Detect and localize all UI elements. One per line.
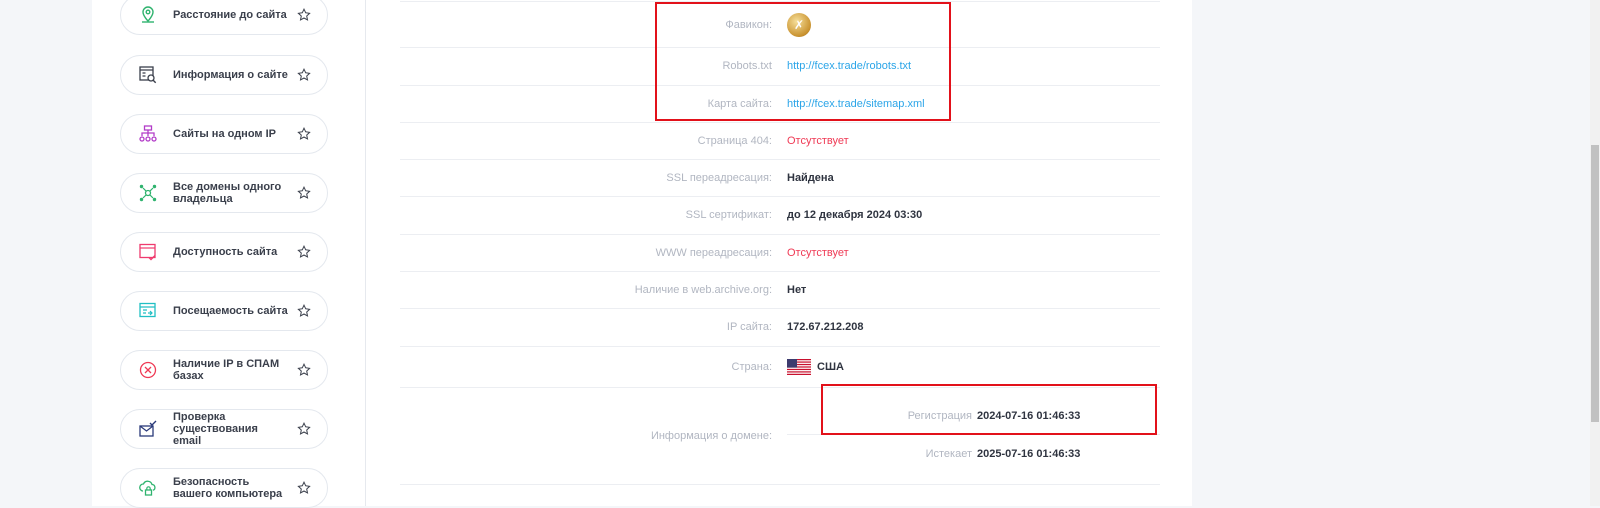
row-www-redirect: WWW переадресация: Отсутствует	[400, 234, 1160, 272]
archive-label: Наличие в web.archive.org:	[634, 283, 772, 296]
highlight-box-favicon-robots-sitemap	[655, 2, 951, 121]
row-ssl-redirect: SSL переадресация: Найдена	[400, 159, 1160, 197]
expires-value: 2025-07-16 01:46:33	[977, 447, 1081, 460]
nodes-icon	[138, 183, 158, 203]
www-redirect-value: Отсутствует	[787, 246, 849, 259]
expires-label: Истекает	[925, 447, 972, 460]
sidebar-item-label: Доступность сайта	[173, 246, 278, 258]
page404-label: Страница 404:	[697, 134, 772, 147]
browser-check-icon	[138, 242, 158, 262]
sidebar-item-label: Расстояние до сайта	[173, 9, 287, 21]
sidebar-item-label: Посещаемость сайта	[173, 305, 288, 317]
sidebar-item-label: Информация о сайте	[173, 69, 288, 81]
ip-value: 172.67.212.208	[787, 321, 864, 333]
star-icon[interactable]	[297, 127, 311, 141]
sidebar-item-label: Сайты на одном IP	[173, 128, 276, 140]
sidebar-item-distance[interactable]: Расстояние до сайта	[120, 0, 328, 35]
sidebar-item-owner-domains[interactable]: Все домены одного владельца	[120, 173, 328, 213]
ssl-redirect-value: Найдена	[787, 171, 834, 184]
sidebar-item-label: Проверка существования email	[173, 411, 258, 447]
browser-traffic-icon	[138, 301, 158, 321]
star-icon[interactable]	[297, 481, 311, 495]
archive-value: Нет	[787, 283, 807, 296]
ssl-cert-label: SSL сертификат:	[685, 209, 772, 221]
circle-x-icon	[138, 360, 158, 380]
network-tree-icon	[138, 124, 158, 144]
row-ssl-cert: SSL сертификат: до 12 декабря 2024 03:30	[400, 196, 1160, 235]
sidebar-item-label: Все домены одного владельца	[173, 181, 282, 205]
star-icon[interactable]	[297, 304, 311, 318]
star-icon[interactable]	[297, 8, 311, 22]
mail-check-icon	[138, 419, 158, 439]
sidebar-item-spam-ip[interactable]: Наличие IP в СПАМ базах	[120, 350, 328, 390]
star-icon[interactable]	[297, 68, 311, 82]
cloud-lock-icon	[138, 478, 158, 498]
sidebar-item-pc-security[interactable]: Безопасность вашего компьютера	[120, 468, 328, 508]
row-country: Страна: США	[400, 346, 1160, 388]
ip-label: IP сайта:	[726, 321, 772, 333]
www-redirect-label: WWW переадресация:	[655, 246, 772, 259]
sidebar-item-label: Безопасность вашего компьютера	[173, 476, 283, 500]
row-archive: Наличие в web.archive.org: Нет	[400, 271, 1160, 309]
highlight-box-registration	[821, 384, 1157, 435]
star-icon[interactable]	[297, 363, 311, 377]
domain-expiration: Истекает 2025-07-16 01:46:33	[787, 435, 1160, 472]
site-info-icon	[138, 65, 158, 85]
sidebar-item-traffic[interactable]: Посещаемость сайта	[120, 291, 328, 331]
star-icon[interactable]	[297, 186, 311, 200]
sidebar-item-label: Наличие IP в СПАМ базах	[173, 358, 280, 382]
us-flag-icon	[787, 358, 811, 375]
scrollbar-track[interactable]	[1590, 0, 1600, 506]
sidebar-item-site-info[interactable]: Информация о сайте	[120, 55, 328, 95]
country-label: Страна:	[731, 360, 772, 373]
column-divider	[365, 0, 366, 506]
ssl-cert-value: до 12 декабря 2024 03:30	[787, 209, 923, 221]
star-icon[interactable]	[297, 245, 311, 259]
row-ip: IP сайта: 172.67.212.208	[400, 308, 1160, 347]
country-value: США	[817, 360, 844, 373]
ssl-redirect-label: SSL переадресация:	[666, 171, 772, 184]
page404-value: Отсутствует	[787, 134, 849, 147]
row-page404: Страница 404: Отсутствует	[400, 122, 1160, 160]
sidebar-item-email-check[interactable]: Проверка существования email	[120, 409, 328, 449]
sidebar: Расстояние до сайта Информация о сайте С…	[120, 0, 336, 508]
sidebar-item-same-ip[interactable]: Сайты на одном IP	[120, 114, 328, 154]
scrollbar-thumb[interactable]	[1591, 145, 1599, 422]
star-icon[interactable]	[297, 422, 311, 436]
location-pin-icon	[138, 5, 158, 25]
domain-info-label: Информация о домене:	[650, 429, 772, 442]
sidebar-item-availability[interactable]: Доступность сайта	[120, 232, 328, 272]
